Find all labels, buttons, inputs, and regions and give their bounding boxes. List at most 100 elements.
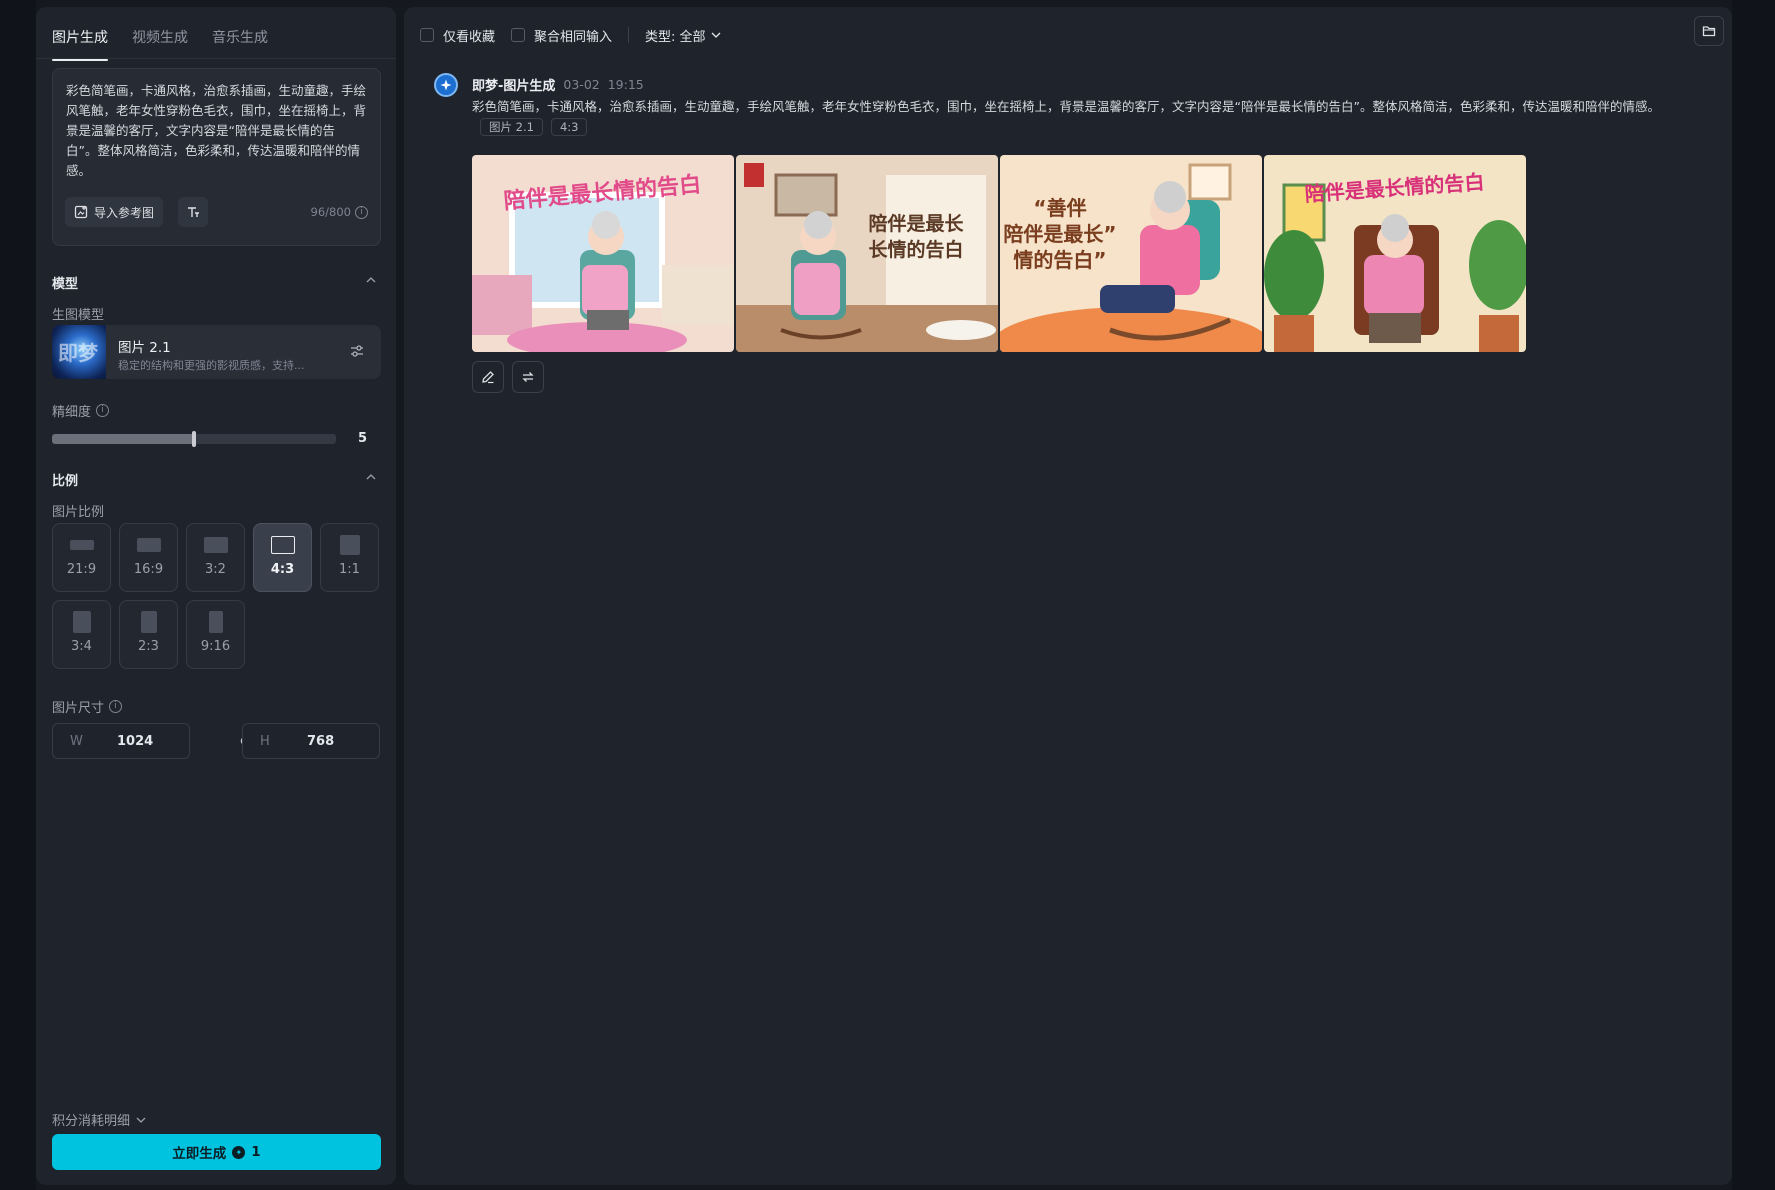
cost-detail-toggle[interactable]: 积分消耗明细: [52, 1110, 146, 1129]
ratio-option-1-1[interactable]: 1:1: [320, 523, 379, 592]
tab-image-generation[interactable]: 图片生成: [52, 19, 108, 61]
image-illustration: 陪伴是最长情的告白: [472, 155, 734, 352]
ratio-options: 21:9 16:9 3:2 4:3 1:1 3:4 2:3 9:16: [52, 523, 383, 669]
ratio-label: 3:4: [71, 639, 92, 654]
favorites-only-label: 仅看收藏: [443, 29, 496, 45]
fineness-slider-fill: [52, 434, 194, 444]
record-prompt-text: 彩色简笔画，卡通风格，治愈系插画，生动童趣，手绘风笔触，老年女性穿粉色毛衣，围巾…: [472, 99, 1660, 114]
ratio-shape-icon: [136, 538, 161, 552]
generated-image[interactable]: 陪伴是最长情的告白: [472, 155, 734, 352]
fineness-slider[interactable]: [52, 431, 336, 447]
jimeng-avatar-icon: [434, 73, 458, 97]
ratio-shape-icon: [339, 535, 360, 555]
merge-same-label: 聚合相同输入: [534, 29, 613, 45]
prompt-text[interactable]: 彩色简笔画，卡通风格，治愈系插画，生动童趣，手绘风笔触，老年女性穿粉色毛衣，围巾…: [66, 81, 366, 181]
ratio-label: 2:3: [138, 639, 159, 654]
record-title: 即梦-图片生成: [472, 79, 556, 94]
regenerate-button[interactable]: [512, 361, 544, 393]
edit-button[interactable]: [472, 361, 504, 393]
folder-button[interactable]: [1694, 16, 1724, 46]
import-reference-label: 导入参考图: [94, 205, 155, 220]
image-import-icon: [74, 205, 88, 219]
generate-button[interactable]: 立即生成 ✦ 1: [52, 1134, 381, 1170]
type-filter-label: 类型: 全部: [645, 29, 706, 45]
generated-image[interactable]: 陪伴是最长长情的告白: [736, 155, 998, 352]
import-reference-button[interactable]: 导入参考图: [65, 197, 164, 227]
fineness-label: 精细度 i: [52, 401, 110, 420]
ratio-option-4-3[interactable]: 4:3: [253, 523, 312, 592]
chevron-up-icon[interactable]: [366, 275, 376, 285]
size-label-text: 图片尺寸: [52, 701, 105, 716]
char-count-value: 96/800: [310, 205, 351, 219]
ratio-shape-icon: [69, 540, 94, 550]
info-icon[interactable]: i: [355, 205, 368, 219]
model-selector[interactable]: 即梦 图片 2.1 稳定的结构和更强的影视质感，支持...: [52, 325, 381, 379]
generate-cost: 1: [251, 1144, 261, 1160]
ratio-sub-label: 图片比例: [52, 505, 105, 520]
width-input[interactable]: W 1024: [52, 723, 190, 759]
height-value[interactable]: 768: [307, 734, 334, 749]
ratio-option-3-4[interactable]: 3:4: [52, 600, 111, 669]
prompt-input[interactable]: 彩色简笔画，卡通风格，治愈系插画，生动童趣，手绘风笔触，老年女性穿粉色毛衣，围巾…: [52, 68, 381, 246]
width-value[interactable]: 1024: [117, 734, 153, 749]
text-format-icon: [188, 207, 199, 217]
pencil-icon: [482, 371, 494, 384]
fineness-value: 5: [358, 431, 368, 446]
ratio-label: 3:2: [205, 562, 226, 577]
ratio-label: 4:3: [270, 562, 295, 577]
sliders-icon[interactable]: [349, 343, 365, 359]
model-sub-label: 生图模型: [52, 308, 105, 323]
fineness-slider-handle[interactable]: [192, 431, 196, 447]
checkbox-box[interactable]: [511, 28, 526, 42]
generate-label: 立即生成: [172, 1146, 227, 1162]
mode-tabs: 图片生成 视频生成 音乐生成: [52, 19, 268, 61]
info-icon[interactable]: i: [109, 700, 123, 713]
ratio-tag: 4:3: [550, 118, 588, 136]
generated-image[interactable]: 陪伴是最长情的告白: [1264, 155, 1526, 352]
regenerate-icon: [522, 372, 534, 382]
record-time: 19:15: [607, 77, 644, 92]
ratio-option-16-9[interactable]: 16:9: [119, 523, 178, 592]
text-style-button[interactable]: [178, 197, 208, 227]
model-thumbnail-text: 即梦: [58, 341, 98, 365]
ratio-label: 9:16: [200, 639, 231, 654]
height-key: H: [260, 733, 270, 749]
record-date: 03-02: [563, 77, 600, 92]
info-icon[interactable]: i: [96, 404, 110, 417]
ratio-shape-icon: [140, 611, 157, 633]
chevron-down-icon: [711, 32, 721, 38]
generated-image[interactable]: “善伴陪伴是最长”情的告白”: [1000, 155, 1262, 352]
checkbox-box[interactable]: [420, 28, 434, 42]
ratio-shape-icon: [208, 611, 223, 633]
tab-music-generation[interactable]: 音乐生成: [212, 19, 268, 59]
image-illustration: 陪伴是最长长情的告白: [736, 155, 998, 352]
tabs-divider: [36, 58, 396, 59]
model-description: 稳定的结构和更强的影视质感，支持...: [118, 359, 305, 372]
filter-toolbar: 仅看收藏 聚合相同输入 类型: 全部: [420, 19, 721, 51]
ratio-label: 21:9: [66, 562, 97, 577]
results-panel: 仅看收藏 聚合相同输入 类型: 全部 即梦-图片生成 03-02 19:15 彩…: [404, 7, 1732, 1185]
chevron-up-icon[interactable]: [366, 472, 376, 482]
tab-video-generation[interactable]: 视频生成: [132, 19, 188, 59]
ratio-option-9-16[interactable]: 9:16: [186, 600, 245, 669]
type-filter-dropdown[interactable]: 类型: 全部: [645, 26, 721, 45]
ratio-shape-icon: [72, 611, 91, 633]
outer-right-bar: [1732, 0, 1775, 1190]
ratio-option-21-9[interactable]: 21:9: [52, 523, 111, 592]
generated-images: 陪伴是最长情的告白 陪伴是最长长情的告白 “善伴陪伴是最长”情的告白” 陪伴是最…: [472, 155, 1526, 352]
ratio-label: 16:9: [133, 562, 164, 577]
fineness-label-text: 精细度: [52, 405, 92, 420]
model-name: 图片 2.1: [118, 340, 171, 356]
ratio-option-2-3[interactable]: 2:3: [119, 600, 178, 669]
chevron-down-icon: [136, 1117, 146, 1123]
image-illustration: 陪伴是最长情的告白: [1264, 155, 1526, 352]
ratio-option-3-2[interactable]: 3:2: [186, 523, 245, 592]
merge-same-checkbox[interactable]: 聚合相同输入: [511, 26, 612, 45]
width-key: W: [70, 733, 83, 749]
favorites-only-checkbox[interactable]: 仅看收藏: [420, 26, 495, 45]
cost-detail-label: 积分消耗明细: [52, 1114, 131, 1129]
record-prompt[interactable]: 彩色简笔画，卡通风格，治愈系插画，生动童趣，手绘风笔触，老年女性穿粉色毛衣，围巾…: [472, 97, 1702, 137]
folder-icon: [1702, 26, 1716, 37]
height-input[interactable]: H 768: [242, 723, 380, 759]
outer-left-bar: [0, 0, 36, 1190]
